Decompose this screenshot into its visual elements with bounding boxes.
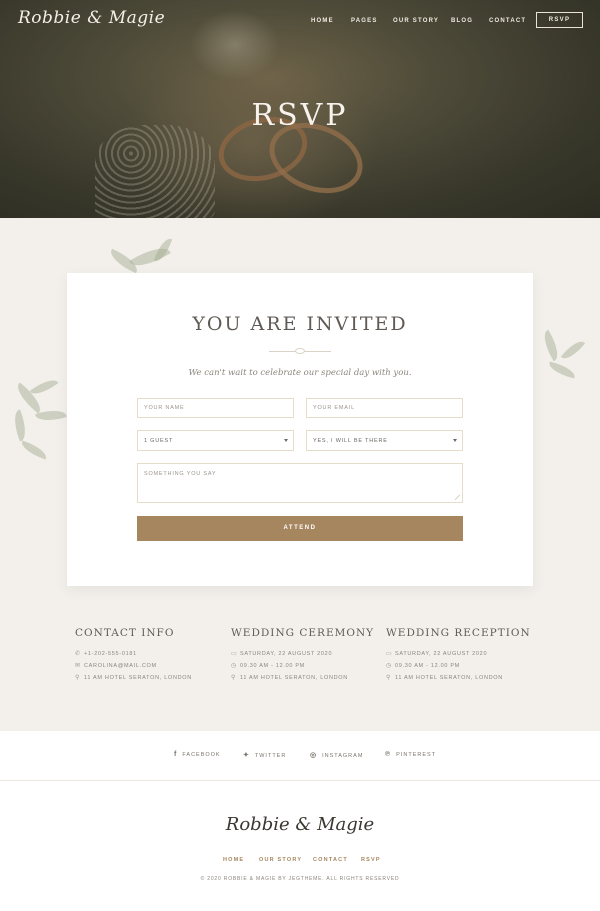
social-label: FACEBOOK [182, 752, 221, 758]
resize-handle-icon[interactable] [455, 495, 460, 500]
footer-nav-contact[interactable]: CONTACT [313, 857, 348, 863]
social-link-pinterest[interactable]: ℗ PINTEREST [385, 751, 436, 758]
location-icon: ⚲ [75, 675, 81, 681]
leaf-icon [547, 361, 577, 379]
facebook-icon: f [174, 751, 178, 758]
address-text: 11 AM HOTEL SERATON, LONDON [240, 675, 348, 681]
social-label: TWITTER [254, 753, 287, 759]
info-row: ◷ 09.30 AM - 12.00 PM [231, 660, 374, 672]
mail-icon: ✉ [75, 663, 81, 669]
form-title: YOU ARE INVITED [192, 313, 408, 335]
clock-icon: ◷ [386, 663, 392, 669]
guests-select[interactable]: 1 GUEST [137, 430, 294, 451]
ceremony-section: WEDDING CEREMONY ▭ SATURDAY, 22 AUGUST 20… [231, 627, 374, 684]
message-textarea[interactable]: SOMETHING YOU SAY [137, 463, 463, 503]
section-title: CONTACT INFO [75, 627, 175, 639]
time-text: 09.30 AM - 12.00 PM [240, 663, 305, 669]
nav-item-contact[interactable]: CONTACT [489, 18, 526, 24]
nav-item-blog[interactable]: BLOG [451, 18, 473, 24]
clock-icon: ◷ [231, 663, 237, 669]
email-text[interactable]: CAROLINA@MAIL.COM [84, 663, 157, 669]
date-text: SATURDAY, 22 AUGUST 2020 [240, 651, 333, 657]
rsvp-nav-button[interactable]: RSVP [536, 12, 583, 28]
guests-select-value: 1 GUEST [144, 438, 174, 444]
leaf-icon [9, 409, 31, 442]
info-row: ✆ +1-202-555-0181 [75, 648, 192, 660]
attend-button[interactable]: ATTEND [137, 516, 463, 541]
instagram-icon: ◎ [310, 752, 318, 759]
site-logo[interactable]: Robbie & Magie [18, 8, 165, 28]
reception-section: WEDDING RECEPTION ▭ SATURDAY, 22 AUGUST 2… [386, 627, 531, 684]
pinterest-icon: ℗ [385, 751, 392, 758]
page-title: RSVP [251, 98, 349, 133]
phone-text[interactable]: +1-202-555-0181 [84, 651, 137, 657]
calendar-icon: ▭ [231, 651, 238, 657]
social-label: PINTEREST [396, 752, 437, 758]
social-link-facebook[interactable]: f FACEBOOK [174, 751, 221, 758]
info-row: ▭ SATURDAY, 22 AUGUST 2020 [231, 648, 374, 660]
info-row: ⚲ 11 AM HOTEL SERATON, LONDON [75, 672, 192, 684]
attendance-select[interactable]: YES, I WILL BE THERE [306, 430, 463, 451]
social-link-twitter[interactable]: ✦ TWITTER [243, 751, 286, 759]
location-icon: ⚲ [231, 675, 237, 681]
email-input[interactable]: YOUR EMAIL [306, 398, 463, 418]
hero-banner: Robbie & Magie HOME PAGES OUR STORY BLOG… [0, 0, 600, 218]
message-placeholder: SOMETHING YOU SAY [144, 471, 217, 477]
chevron-down-icon [453, 439, 457, 442]
social-label: INSTAGRAM [322, 753, 364, 759]
address-text: 11 AM HOTEL SERATON, LONDON [395, 675, 503, 681]
phone-icon: ✆ [75, 651, 81, 657]
info-row: ◷ 09.30 AM - 12.00 PM [386, 660, 531, 672]
contact-info-section: CONTACT INFO ✆ +1-202-555-0181 ✉ CAROLINA@… [75, 627, 192, 684]
nav-item-home[interactable]: HOME [311, 18, 334, 24]
footer-nav-home[interactable]: HOME [223, 857, 244, 863]
social-link-instagram[interactable]: ◎ INSTAGRAM [310, 751, 363, 759]
footer-logo[interactable]: Robbie & Magie [0, 814, 600, 835]
footer-nav-rsvp[interactable]: RSVP [361, 857, 381, 863]
info-row: ⚲ 11 AM HOTEL SERATON, LONDON [386, 672, 531, 684]
calendar-icon: ▭ [386, 651, 393, 657]
info-row: ▭ SATURDAY, 22 AUGUST 2020 [386, 648, 531, 660]
name-input[interactable]: YOUR NAME [137, 398, 294, 418]
address-text: 11 AM HOTEL SERATON, LONDON [84, 675, 192, 681]
social-bar: f FACEBOOK ✦ TWITTER ◎ INSTAGRAM ℗ PINTEREST [0, 731, 600, 781]
location-icon: ⚲ [386, 675, 392, 681]
nav-item-our-story[interactable]: OUR STORY [393, 18, 439, 24]
section-title: WEDDING RECEPTION [386, 627, 531, 639]
info-row: ⚲ 11 AM HOTEL SERATON, LONDON [231, 672, 374, 684]
attendance-select-value: YES, I WILL BE THERE [313, 438, 388, 444]
nav-item-pages[interactable]: PAGES [351, 18, 378, 24]
form-tagline: We can't wait to celebrate our special d… [188, 368, 412, 378]
chevron-down-icon [284, 439, 288, 442]
copyright: © 2020 ROBBIE & MAGIE BY JEGTHEME. ALL R… [200, 876, 400, 882]
section-title: WEDDING CEREMONY [231, 627, 375, 639]
divider-ornament [295, 348, 305, 354]
info-row: ✉ CAROLINA@MAIL.COM [75, 660, 192, 672]
footer: Robbie & Magie HOME OUR STORY CONTACT RS… [0, 781, 600, 911]
twitter-icon: ✦ [243, 752, 250, 759]
rsvp-card: YOU ARE INVITED We can't wait to celebra… [67, 273, 533, 586]
date-text: SATURDAY, 22 AUGUST 2020 [395, 651, 488, 657]
leaf-icon [19, 440, 49, 460]
footer-nav-our-story[interactable]: OUR STORY [259, 857, 302, 863]
leaf-icon [560, 336, 586, 364]
time-text: 09.30 AM - 12.00 PM [395, 663, 460, 669]
